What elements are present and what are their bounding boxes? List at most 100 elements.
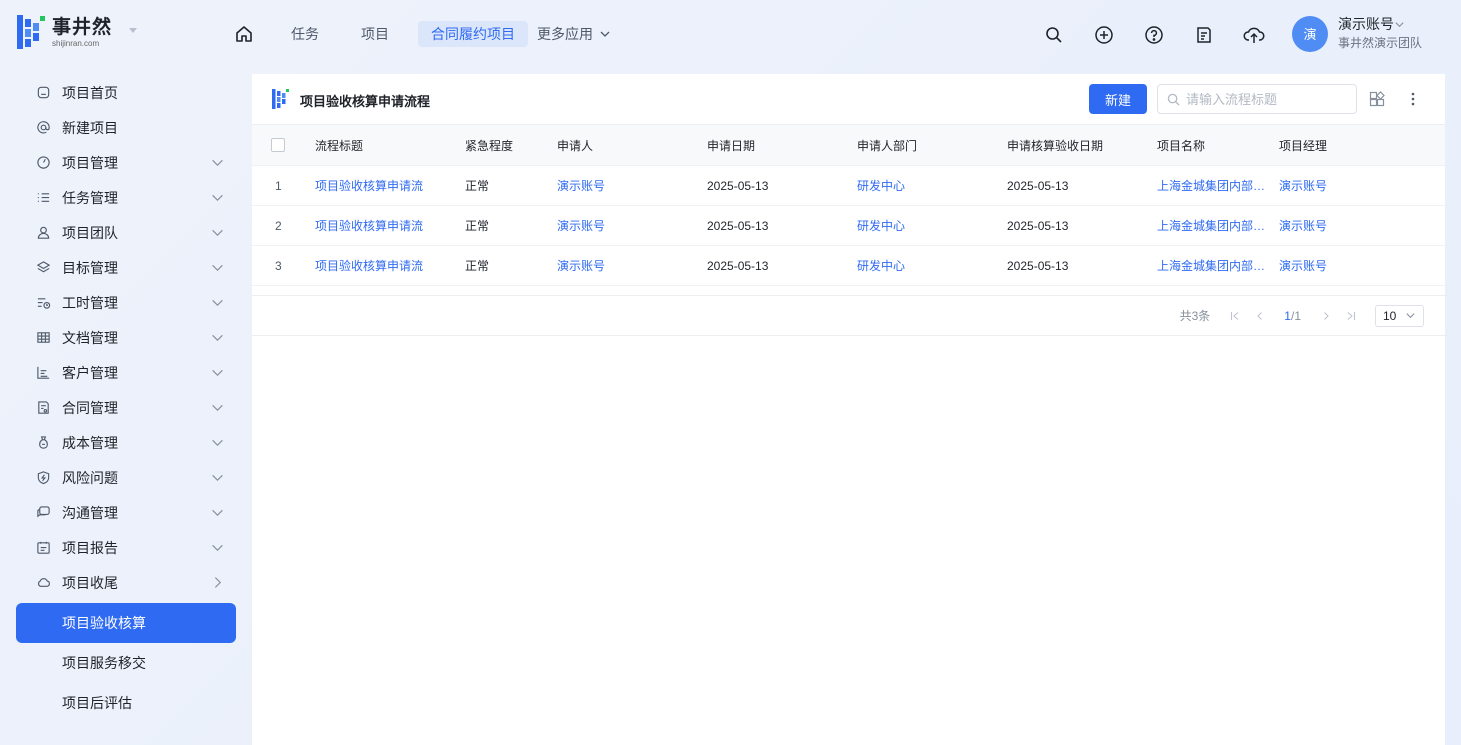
column-header[interactable]: 申请核算验收日期 — [1007, 137, 1157, 154]
sidebar-subitem-acceptance-accounting[interactable]: 项目验收核算 — [16, 603, 236, 643]
table-row[interactable]: 2 项目验收核算申请流 正常 演示账号 2025-05-13 研发中心 2025… — [252, 206, 1445, 246]
sidebar-item-task-management[interactable]: 任务管理 — [16, 180, 236, 215]
chevron-down-icon — [212, 439, 223, 447]
brand-logo[interactable]: 事井然 shijinran.com — [16, 13, 112, 53]
sidebar-item-label: 客户管理 — [62, 364, 118, 381]
row-title-link[interactable]: 项目验收核算申请流 — [315, 177, 465, 194]
contract-icon — [36, 400, 51, 415]
last-page-icon[interactable] — [1338, 311, 1363, 321]
sidebar-item-cost-management[interactable]: 成本管理 — [16, 425, 236, 460]
nav-more-apps[interactable]: 更多应用 — [537, 24, 611, 44]
sidebar-item-document-management[interactable]: 文档管理 — [16, 320, 236, 355]
search-input[interactable] — [1186, 91, 1346, 107]
sidebar-item-project-team[interactable]: 项目团队 — [16, 215, 236, 250]
home-outline-icon — [36, 85, 51, 100]
process-logo-icon — [272, 89, 289, 109]
row-manager-link[interactable]: 演示账号 — [1279, 217, 1419, 234]
sidebar-item-communication[interactable]: 沟通管理 — [16, 495, 236, 530]
home-icon[interactable] — [226, 20, 262, 48]
cloud-upload-icon[interactable] — [1241, 22, 1267, 48]
row-project-link[interactable]: 上海金城集团内部数… — [1157, 217, 1279, 234]
money-bag-icon — [36, 435, 51, 450]
sidebar-item-goal-management[interactable]: 目标管理 — [16, 250, 236, 285]
plus-circle-icon[interactable] — [1091, 22, 1117, 48]
sidebar-item-label: 风险问题 — [62, 469, 118, 486]
page-size-select[interactable]: 10 — [1375, 304, 1424, 327]
sidebar-item-project-home[interactable]: 项目首页 — [16, 75, 236, 110]
top-nav: 任务 项目 合同履约项目 更多应用 — [226, 20, 611, 48]
row-manager-link[interactable]: 演示账号 — [1279, 257, 1419, 274]
nav-projects[interactable]: 项目 — [348, 21, 402, 47]
brand-subtitle: shijinran.com — [52, 39, 100, 48]
row-date: 2025-05-13 — [707, 258, 769, 273]
sidebar: 项目首页 新建项目 项目管理 任务管理 项目团队 目标管理 工时管理 文档管理 … — [16, 75, 236, 745]
column-header[interactable]: 申请人 — [557, 137, 707, 154]
row-title-link[interactable]: 项目验收核算申请流 — [315, 217, 465, 234]
brand-caret-icon[interactable] — [129, 28, 137, 33]
column-header[interactable]: 流程标题 — [315, 137, 465, 154]
row-project-link[interactable]: 上海金城集团内部数… — [1157, 257, 1279, 274]
chevron-down-icon — [1395, 21, 1404, 27]
pagination-total: 共3条 — [1179, 309, 1211, 323]
row-applicant-link[interactable]: 演示账号 — [557, 217, 707, 234]
more-vertical-icon[interactable] — [1407, 91, 1419, 110]
row-title-link[interactable]: 项目验收核算申请流 — [315, 257, 465, 274]
nav-tasks[interactable]: 任务 — [278, 21, 332, 47]
select-all-checkbox[interactable] — [271, 138, 285, 152]
sidebar-item-label: 项目报告 — [62, 539, 118, 556]
sidebar-item-project-report[interactable]: 项目报告 — [16, 530, 236, 565]
new-button[interactable]: 新建 — [1089, 84, 1147, 114]
column-header[interactable]: 申请人部门 — [857, 137, 1007, 154]
sidebar-subitem-post-evaluation[interactable]: 项目后评估 — [16, 683, 236, 723]
table-row[interactable]: 3 项目验收核算申请流 正常 演示账号 2025-05-13 研发中心 2025… — [252, 246, 1445, 286]
chevron-down-icon — [212, 404, 223, 412]
report-icon — [36, 540, 51, 555]
brand-title: 事井然 — [52, 17, 113, 38]
page-indicator: 1/1 — [1284, 309, 1301, 323]
column-header[interactable]: 项目名称 — [1157, 137, 1279, 154]
sidebar-item-project-management[interactable]: 项目管理 — [16, 145, 236, 180]
sidebar-item-label: 合同管理 — [62, 399, 118, 416]
cloud-icon — [36, 575, 51, 590]
chevron-down-icon — [212, 229, 223, 237]
user-team: 事井然演示团队 — [1338, 36, 1423, 50]
chevron-down-icon — [212, 159, 223, 167]
search-box — [1157, 84, 1357, 114]
search-icon[interactable] — [1041, 22, 1067, 48]
notes-icon[interactable] — [1191, 22, 1217, 48]
column-header[interactable]: 项目经理 — [1279, 137, 1419, 154]
row-manager-link[interactable]: 演示账号 — [1279, 177, 1419, 194]
sidebar-item-new-project[interactable]: 新建项目 — [16, 110, 236, 145]
sidebar-subitem-service-handover[interactable]: 项目服务移交 — [16, 643, 236, 683]
prev-page-icon[interactable] — [1247, 311, 1272, 321]
panel-empty-area — [252, 335, 1445, 745]
timesheet-icon — [36, 295, 51, 310]
sidebar-item-label: 目标管理 — [62, 259, 118, 276]
chevron-down-icon — [1406, 313, 1415, 319]
row-project-link[interactable]: 上海金城集团内部数… — [1157, 177, 1279, 194]
row-applicant-link[interactable]: 演示账号 — [557, 257, 707, 274]
sidebar-item-timesheet[interactable]: 工时管理 — [16, 285, 236, 320]
column-header[interactable]: 申请日期 — [707, 137, 857, 154]
sidebar-item-contract-management[interactable]: 合同管理 — [16, 390, 236, 425]
user-menu[interactable]: 演 演示账号 事井然演示团队 — [1292, 15, 1422, 52]
chat-icon — [36, 505, 51, 520]
sidebar-item-project-closing[interactable]: 项目收尾 — [16, 565, 236, 600]
sidebar-item-label: 任务管理 — [62, 189, 118, 206]
row-dept-link[interactable]: 研发中心 — [857, 257, 1007, 274]
sidebar-item-risk-issues[interactable]: 风险问题 — [16, 460, 236, 495]
column-header[interactable]: 紧急程度 — [465, 137, 557, 154]
next-page-icon[interactable] — [1313, 311, 1338, 321]
row-dept-link[interactable]: 研发中心 — [857, 177, 1007, 194]
help-icon[interactable] — [1141, 22, 1167, 48]
sidebar-item-customer-management[interactable]: 客户管理 — [16, 355, 236, 390]
grid-settings-icon[interactable] — [1369, 91, 1385, 110]
user-name-row: 演示账号 — [1338, 15, 1422, 33]
table-row[interactable]: 1 项目验收核算申请流 正常 演示账号 2025-05-13 研发中心 2025… — [252, 166, 1445, 206]
row-dept-link[interactable]: 研发中心 — [857, 217, 1007, 234]
row-applicant-link[interactable]: 演示账号 — [557, 177, 707, 194]
sidebar-item-label: 文档管理 — [62, 329, 118, 346]
nav-contract-projects[interactable]: 合同履约项目 — [418, 21, 528, 47]
search-icon — [1167, 93, 1180, 106]
first-page-icon[interactable] — [1222, 311, 1247, 321]
